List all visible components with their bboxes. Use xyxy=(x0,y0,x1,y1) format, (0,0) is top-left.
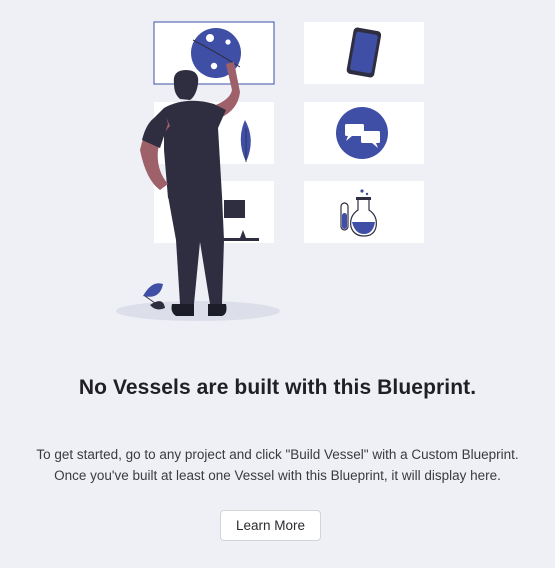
description-line-2: Once you've built at least one Vessel wi… xyxy=(54,468,501,483)
empty-state-heading: No Vessels are built with this Blueprint… xyxy=(78,376,477,399)
empty-state-page: No Vessels are built with this Blueprint… xyxy=(0,0,555,568)
description-line-1: To get started, go to any project and cl… xyxy=(36,447,519,462)
ground-shadow xyxy=(116,301,280,321)
empty-state-description: To get started, go to any project and cl… xyxy=(0,444,555,486)
chat-bubbles-icon xyxy=(336,107,388,159)
learn-more-button[interactable]: Learn More xyxy=(220,510,321,541)
empty-state-illustration xyxy=(116,21,424,321)
